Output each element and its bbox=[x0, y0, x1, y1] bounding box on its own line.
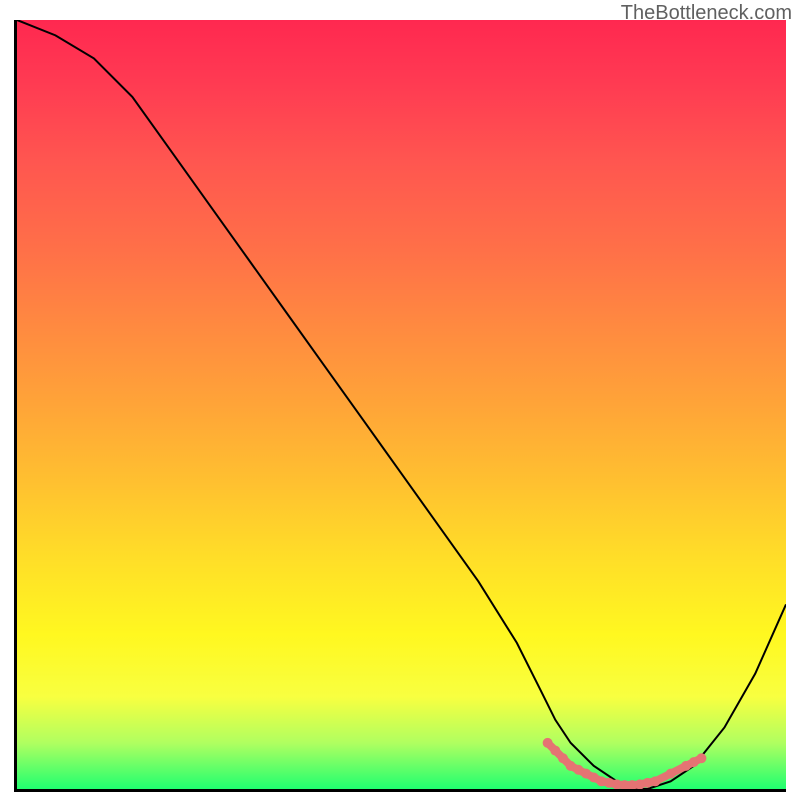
optimal-range-markers bbox=[543, 738, 707, 789]
bottleneck-curve-line bbox=[17, 20, 786, 789]
watermark-text: TheBottleneck.com bbox=[621, 2, 792, 25]
chart-svg-layer bbox=[17, 20, 786, 789]
chart-plot-area bbox=[14, 20, 786, 792]
